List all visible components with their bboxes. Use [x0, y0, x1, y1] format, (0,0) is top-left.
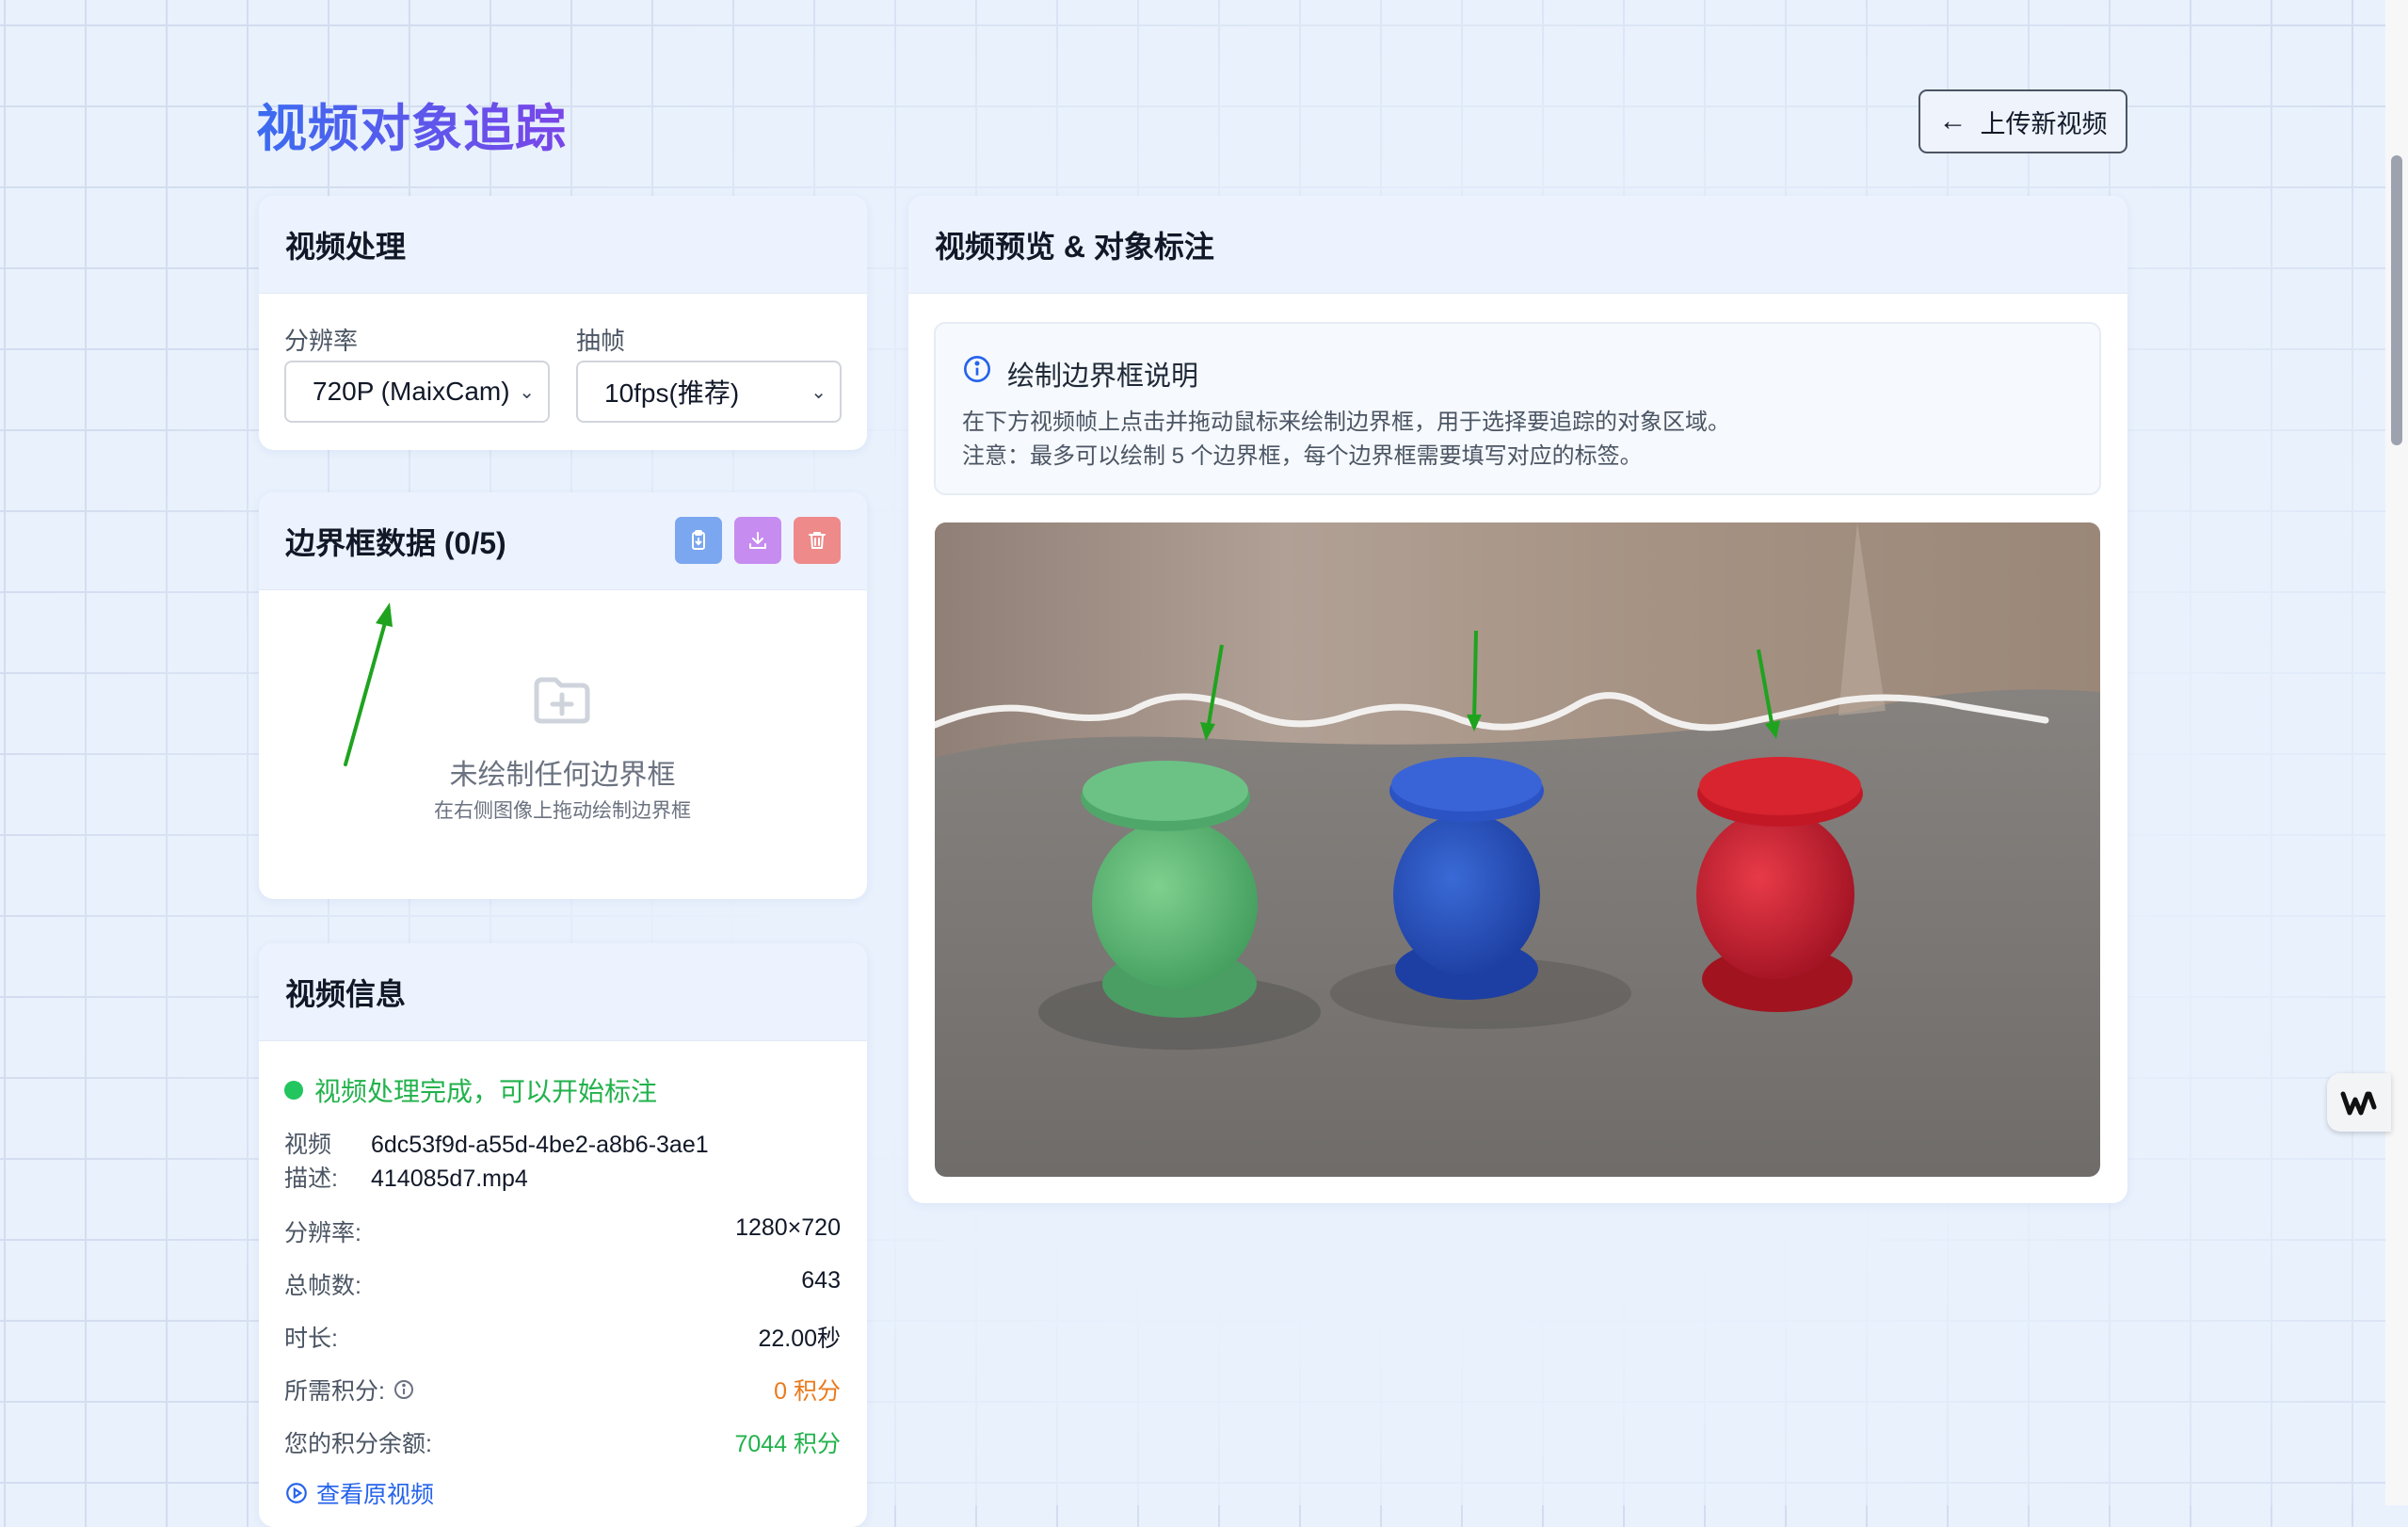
- info-circle-icon: [964, 356, 990, 382]
- info-value: 7044 积分: [734, 1431, 841, 1457]
- info-row-required-credits: 所需积分: 0 积分: [284, 1373, 841, 1406]
- info-label: 所需积分:: [284, 1378, 385, 1405]
- info-value: 1280×720: [735, 1214, 841, 1241]
- video-info-title: 视频信息: [285, 976, 407, 1011]
- video-desc-value: 6dc53f9d-a55d-4be2-a8b6-3ae1414085d7.mp4: [371, 1132, 709, 1192]
- notice-title: 绘制边界框说明: [1007, 362, 1199, 392]
- chevron-down-icon: ⌄: [519, 381, 535, 403]
- page-title: 视频对象追踪: [256, 87, 567, 161]
- page-scrollbar-thumb[interactable]: [2391, 155, 2402, 445]
- video-frame-image: [935, 522, 2100, 1177]
- info-value: 643: [801, 1267, 841, 1294]
- trash-icon: [809, 532, 826, 549]
- upload-new-video-label: 上传新视频: [1980, 109, 2108, 138]
- status-text: 视频处理完成，可以开始标注: [314, 1077, 658, 1106]
- annotation-arrow-icon: [344, 603, 393, 766]
- clear-bbox-button[interactable]: [794, 517, 841, 564]
- video-preview-title: 视频预览 & 对象标注: [935, 229, 1214, 264]
- info-label: 您的积分余额:: [284, 1431, 432, 1457]
- processing-status: 视频处理完成，可以开始标注: [284, 1071, 657, 1109]
- upload-new-video-button[interactable]: ← 上传新视频: [1918, 89, 2127, 153]
- video-desc-label: 视频描述:: [284, 1132, 338, 1192]
- video-info-header: 视频信息: [259, 943, 867, 1041]
- video-preview-header: 视频预览 & 对象标注: [908, 196, 2127, 294]
- info-label: 总帧数:: [284, 1273, 361, 1299]
- resolution-select[interactable]: 720P (MaixCam) ⌄: [284, 361, 550, 423]
- info-label-group: 所需积分:: [284, 1373, 415, 1406]
- info-value: 22.00秒: [758, 1326, 841, 1352]
- resolution-label: 分辨率: [284, 327, 359, 355]
- bbox-data-title: 边界框数据 (0/5): [285, 525, 506, 560]
- info-row-frames: 总帧数: 643: [284, 1267, 841, 1301]
- status-dot-icon: [284, 1081, 303, 1100]
- video-processing-header: 视频处理: [259, 196, 867, 294]
- frame-rate-select-value: 10fps(推荐): [604, 378, 740, 408]
- info-value: 0 积分: [774, 1378, 841, 1405]
- copy-bbox-button[interactable]: [675, 517, 722, 564]
- notice-line-2: 注意：最多可以绘制 5 个边界框，每个边界框需要填写对应的标签。: [962, 443, 1643, 469]
- info-row-credit-balance: 您的积分余额: 7044 积分: [284, 1425, 841, 1459]
- info-row-duration: 时长: 22.00秒: [284, 1320, 841, 1354]
- floating-assistant-button[interactable]: [2327, 1073, 2391, 1132]
- info-label: 时长:: [284, 1326, 338, 1352]
- info-row-resolution: 分辨率: 1280×720: [284, 1214, 841, 1248]
- w-logo-icon: [2340, 1091, 2377, 1116]
- play-circle-icon: [286, 1483, 307, 1503]
- bbox-empty-subtitle: 在右侧图像上拖动绘制边界框: [434, 800, 691, 822]
- frame-rate-select[interactable]: 10fps(推荐) ⌄: [576, 361, 842, 423]
- folder-add-icon: [534, 677, 590, 724]
- download-icon: [749, 532, 766, 549]
- info-circle-icon[interactable]: [393, 1378, 415, 1401]
- resolution-select-value: 720P (MaixCam): [313, 377, 510, 406]
- video-frame-canvas[interactable]: [935, 522, 2100, 1177]
- bbox-empty-title: 未绘制任何边界框: [449, 760, 676, 791]
- download-bbox-button[interactable]: [734, 517, 781, 564]
- chevron-down-icon: ⌄: [811, 381, 827, 403]
- arrow-left-icon: ←: [1938, 105, 1967, 137]
- video-processing-title: 视频处理: [285, 229, 407, 264]
- frame-rate-label: 抽帧: [576, 327, 626, 355]
- clipboard-icon: [692, 530, 705, 550]
- info-label: 分辨率:: [284, 1220, 361, 1246]
- notice-line-1: 在下方视频帧上点击并拖动鼠标来绘制边界框，用于选择要追踪的对象区域。: [962, 410, 1730, 435]
